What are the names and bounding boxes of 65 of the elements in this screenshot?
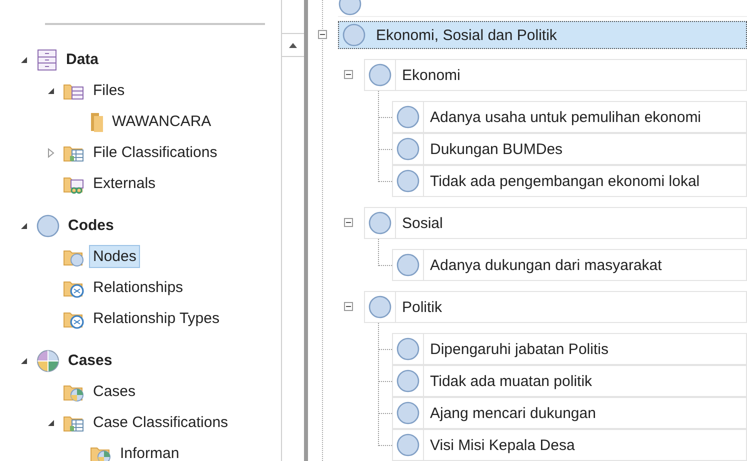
node-label: Politik [401,298,444,318]
node-label: Tidak ada pengembangan ekonomi lokal [429,172,701,192]
node-label: Visi Misi Kepala Desa [429,436,576,456]
quadrant-circle-icon [36,348,60,372]
node-label: Dukungan BUMDes [429,140,564,160]
nav-item[interactable]: Case Classifications [89,411,232,434]
node-row[interactable]: Adanya usaha untuk pemulihan ekonomi [392,101,747,133]
collapse-icon[interactable] [344,218,353,227]
node-icon [396,337,420,361]
nav-item[interactable]: Informan [116,442,184,461]
node-row[interactable]: Politik [364,291,747,323]
nav-item[interactable]: Relationships [89,276,188,299]
node-row[interactable]: Adanya dukungan dari masyarakat [392,249,747,281]
nav-item[interactable]: Nodes [89,245,140,268]
expand-arrow-icon[interactable] [47,148,55,158]
node-icon [368,211,392,235]
node-icon [396,137,420,161]
cabinet-icon [36,48,58,70]
node-label: Tidak ada muatan politik [429,372,594,392]
node-icon [396,169,420,193]
collapse-icon[interactable] [318,30,327,39]
collapse-arrow-icon[interactable] [20,356,28,364]
node-label: Ajang mencari dukungan [429,404,597,424]
node-row[interactable]: Visi Misi Kepala Desa [392,429,747,461]
node-row[interactable]: Sosial [364,207,747,239]
node-icon [396,401,420,425]
nav-item[interactable]: Cases [89,380,140,403]
node-row[interactable]: Tidak ada muatan politik [392,365,747,397]
node-row[interactable]: Ekonomi [364,59,747,91]
collapse-arrow-icon[interactable] [47,86,55,94]
node-label: Adanya usaha untuk pemulihan ekonomi [429,108,702,128]
node-row[interactable]: Dipengaruhi jabatan Politis [392,333,747,365]
collapse-arrow-icon[interactable] [20,56,28,64]
nav-item[interactable]: Files [89,79,129,102]
node-icon [396,105,420,129]
collapse-arrow-icon[interactable] [47,418,55,426]
section-header[interactable]: Cases [64,349,116,372]
node-icon [396,433,420,457]
up-arrow-icon [289,42,297,48]
nav-item[interactable]: Externals [89,172,160,195]
node-row[interactable]: Dukungan BUMDes [392,133,747,165]
collapse-icon[interactable] [344,70,353,79]
node-row[interactable]: Ajang mencari dukungan [392,397,747,429]
node-row[interactable]: Ekonomi, Sosial dan Politik [338,21,747,49]
section-header[interactable]: Codes [64,214,118,237]
section-header[interactable]: Data [62,48,103,71]
circle-icon [36,214,60,238]
node-icon [368,295,392,319]
node-label: Dipengaruhi jabatan Politis [429,340,610,360]
node-label: Adanya dukungan dari masyarakat [429,256,663,276]
folder-icon [90,110,104,132]
nav-item[interactable]: File Classifications [89,141,222,164]
node-row[interactable]: Tidak ada pengembangan ekonomi lokal [392,165,747,197]
collapse-icon[interactable] [344,302,353,311]
nav-item[interactable]: WAWANCARA [108,110,216,133]
collapse-arrow-icon[interactable] [20,222,28,230]
node-icon [342,23,366,47]
nav-item[interactable]: Relationship Types [89,307,224,330]
node-icon [368,63,392,87]
scroll-up-button[interactable] [282,33,304,57]
node-icon [396,369,420,393]
node-label: Sosial [401,214,444,234]
node-icon [396,253,420,277]
node-label: Ekonomi [401,66,462,86]
node-label: Ekonomi, Sosial dan Politik [375,26,558,46]
